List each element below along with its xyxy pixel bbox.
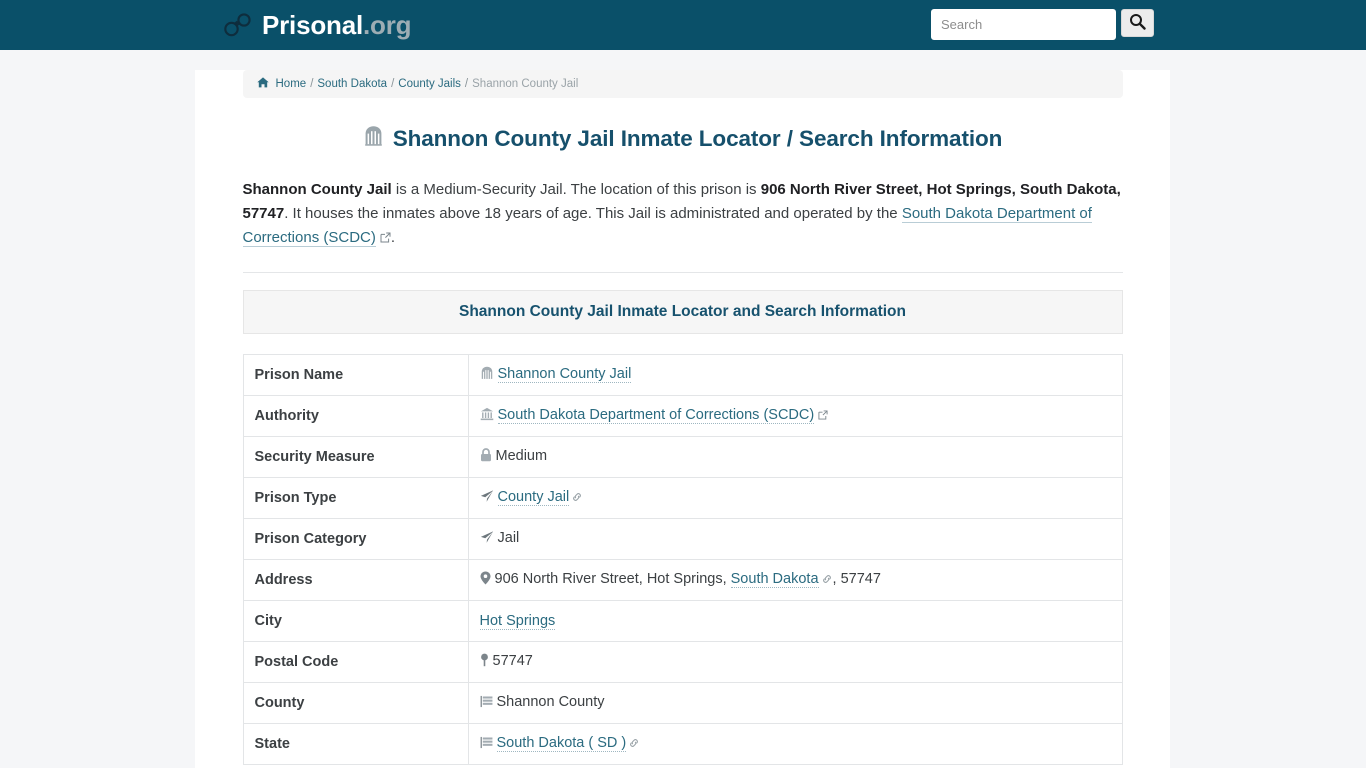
intro-text-3: . <box>390 229 396 246</box>
breadcrumb: Home / South Dakota / County Jails / Sha… <box>242 70 1123 98</box>
row-value: South Dakota Department of Corrections (… <box>467 395 1123 437</box>
row-value: 57747 <box>467 641 1123 683</box>
divider <box>242 272 1123 273</box>
paper-plane-icon <box>480 530 494 548</box>
row-key: Security Measure <box>242 436 469 478</box>
intro-paragraph: Shannon County Jail is a Medium-Security… <box>242 178 1123 251</box>
row-key: Prison Type <box>242 477 469 519</box>
table-row: City Hot Springs <box>242 600 1123 642</box>
brand-name: Prisonal <box>262 9 363 40</box>
site-header: Prisonal.org <box>0 0 1366 50</box>
intro-facility-name: Shannon County Jail <box>242 181 392 198</box>
row-key: City <box>242 600 469 642</box>
address-suffix: , 57747 <box>832 571 881 587</box>
row-key: Authority <box>242 395 469 437</box>
brand-logo[interactable]: Prisonal.org <box>222 9 412 41</box>
row-value: Shannon County <box>467 682 1123 724</box>
flag-icon <box>480 695 493 712</box>
brand-tld: .org <box>363 9 412 40</box>
row-key: Prison Name <box>242 354 469 396</box>
county-value: Shannon County <box>496 694 605 710</box>
row-key: Prison Category <box>242 518 469 560</box>
table-row: Prison Category Jail <box>242 518 1123 560</box>
chain-link-icon <box>572 490 582 506</box>
brand-text: Prisonal.org <box>262 9 412 41</box>
paper-plane-icon <box>480 489 494 507</box>
panel-heading-text: Shannon County Jail Inmate Locator and S… <box>459 303 906 320</box>
breadcrumb-separator: / <box>464 78 469 90</box>
row-key: Address <box>242 559 469 601</box>
address-prefix: 906 North River Street, Hot Springs, <box>494 571 731 587</box>
breadcrumb-separator: / <box>391 78 395 90</box>
row-value: 906 North River Street, Hot Springs, Sou… <box>467 559 1123 601</box>
breadcrumb-item-current: Shannon County Jail <box>472 78 579 90</box>
flag-icon <box>480 736 493 753</box>
row-value: Medium <box>467 436 1123 478</box>
search-button[interactable] <box>1121 9 1154 37</box>
prison-type-link[interactable]: County Jail <box>497 489 570 506</box>
search-form <box>931 9 1154 40</box>
table-row: Authority South Dakota Department of Cor… <box>242 395 1123 437</box>
intro-text-1: is a Medium-Security Jail. The location … <box>391 181 761 198</box>
search-input[interactable] <box>931 9 1116 40</box>
prison-info-table: Prison Name Shannon County Jail Authorit… <box>242 354 1123 765</box>
page-title: Shannon County Jail Inmate Locator / Sea… <box>243 125 1123 152</box>
home-icon <box>256 77 269 91</box>
jail-building-icon <box>363 125 384 152</box>
breadcrumb-item-home[interactable]: Home <box>276 78 307 90</box>
city-link[interactable]: Hot Springs <box>479 613 556 630</box>
table-row: Address 906 North River Street, Hot Spri… <box>242 559 1123 601</box>
content-container: Home / South Dakota / County Jails / Sha… <box>195 70 1170 768</box>
row-key: County <box>242 682 469 724</box>
panel-heading: Shannon County Jail Inmate Locator and S… <box>242 290 1123 334</box>
row-value: South Dakota ( SD ) <box>467 723 1123 765</box>
row-value: County Jail <box>467 477 1123 519</box>
authority-link[interactable]: South Dakota Department of Corrections (… <box>497 407 815 424</box>
table-row: Prison Type County Jail <box>242 477 1123 519</box>
row-key: State <box>242 723 469 765</box>
breadcrumb-item-county-jails[interactable]: County Jails <box>398 78 461 90</box>
state-link[interactable]: South Dakota ( SD ) <box>496 735 627 752</box>
magnifier-icon <box>1129 13 1146 33</box>
table-row: Postal Code 57747 <box>242 641 1123 683</box>
table-row: State South Dakota ( SD ) <box>242 723 1123 765</box>
external-link-icon <box>380 227 391 251</box>
jail-building-icon <box>480 366 494 384</box>
handcuffs-icon <box>222 12 252 38</box>
map-pin-icon <box>480 653 489 671</box>
row-value: Jail <box>467 518 1123 560</box>
external-link-icon <box>818 408 828 424</box>
breadcrumb-separator: / <box>310 78 314 90</box>
bank-institution-icon <box>480 407 494 425</box>
security-measure-value: Medium <box>495 448 548 464</box>
map-marker-icon <box>480 571 491 589</box>
chain-link-icon <box>822 572 832 588</box>
intro-text-2: . It houses the inmates above 18 years o… <box>284 205 902 222</box>
page-title-text: Shannon County Jail Inmate Locator / Sea… <box>392 125 1003 151</box>
postal-code-value: 57747 <box>492 653 533 669</box>
prison-category-value: Jail <box>497 530 520 546</box>
table-row: County Shannon County <box>242 682 1123 724</box>
lock-icon <box>480 448 492 466</box>
prison-name-link[interactable]: Shannon County Jail <box>497 366 632 383</box>
row-value: Shannon County Jail <box>467 354 1123 396</box>
address-state-link[interactable]: South Dakota <box>730 571 819 588</box>
table-row: Security Measure Medium <box>242 436 1123 478</box>
row-value: Hot Springs <box>467 600 1123 642</box>
table-row: Prison Name Shannon County Jail <box>242 354 1123 396</box>
chain-link-icon <box>629 736 639 752</box>
row-key: Postal Code <box>242 641 469 683</box>
breadcrumb-item-south-dakota[interactable]: South Dakota <box>317 78 387 90</box>
